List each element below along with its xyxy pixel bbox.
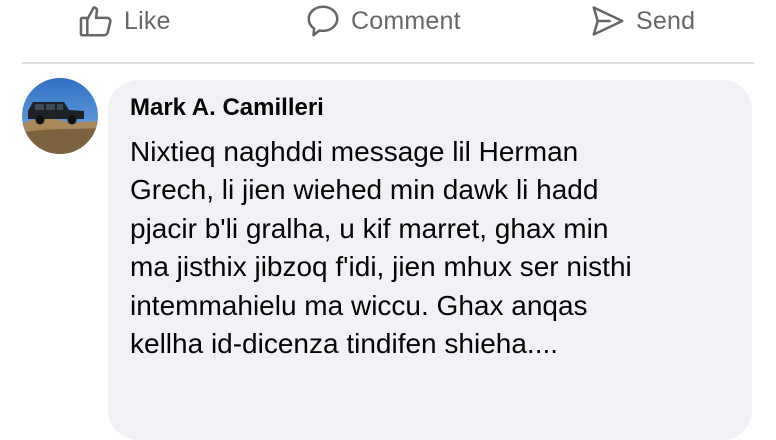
comment-text-line: Grech, li jien wiehed min dawk li hadd [130,174,599,206]
avatar-image [22,78,98,154]
comment-text-line: kellha id-dicenza tindifen shieha.... [130,328,559,360]
send-button[interactable]: Send [588,0,695,42]
avatar[interactable] [22,78,98,154]
thumbs-up-icon [76,1,116,41]
like-label: Like [124,6,171,35]
comment-bubble: Mark A. Camilleri Nixtieq naghddi messag… [108,80,752,440]
comment-author-name[interactable]: Mark A. Camilleri [130,94,324,122]
comment-label: Comment [351,6,461,35]
like-button[interactable]: Like [76,0,171,42]
paper-plane-icon [588,1,628,41]
comment-button[interactable]: Comment [303,0,461,42]
comment-text-line: ma jisthix jibzoq f'idi, jien mhux ser n… [130,251,632,283]
comment-text: Nixtieq naghddi message lil Herman Grech… [130,133,740,363]
speech-bubble-icon [303,1,343,41]
comment-text-line: intemmahielu ma wiccu. Ghax anqas [130,289,588,321]
comment-text-line: pjacir b'li gralha, u kif marret, ghax m… [130,212,609,244]
comment-text-line: Nixtieq naghddi message lil Herman [130,136,579,167]
send-label: Send [636,6,696,35]
action-bar-divider [22,62,754,64]
post-action-bar: Like Comment Send [0,0,776,46]
